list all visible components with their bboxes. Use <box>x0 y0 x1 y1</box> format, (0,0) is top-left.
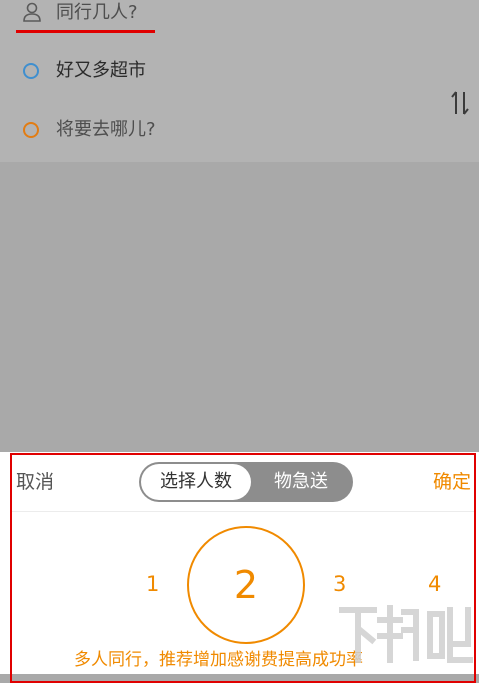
option-2-selected[interactable]: 2 <box>187 526 305 644</box>
option-4[interactable]: 4 <box>428 572 441 596</box>
start-dot-icon <box>23 63 39 79</box>
person-icon <box>23 2 41 22</box>
destination-field[interactable]: 将要去哪儿? <box>56 117 156 143</box>
option-3[interactable]: 3 <box>333 572 346 596</box>
annotation-underline <box>16 30 155 33</box>
hint-text: 多人同行，推荐增加感谢费提高成功率 <box>74 650 363 670</box>
tab-express-delivery[interactable]: 物急送 <box>251 464 351 500</box>
mode-segmented-control: 选择人数 物急送 <box>139 462 353 502</box>
confirm-button[interactable]: 确定 <box>433 468 471 496</box>
option-1[interactable]: 1 <box>146 572 159 596</box>
cancel-button[interactable]: 取消 <box>16 468 54 496</box>
start-location-field[interactable]: 好又多超市 <box>56 58 146 84</box>
passenger-count-field[interactable]: 同行几人? <box>56 0 138 26</box>
destination-dot-icon <box>23 122 39 138</box>
trip-form-panel: 同行几人? 好又多超市 将要去哪儿? <box>0 0 479 162</box>
selected-value: 2 <box>233 563 259 607</box>
tab-select-passengers[interactable]: 选择人数 <box>141 464 251 500</box>
watermark-logo <box>339 605 473 663</box>
header-divider <box>12 511 474 512</box>
swap-icon[interactable] <box>449 88 471 118</box>
